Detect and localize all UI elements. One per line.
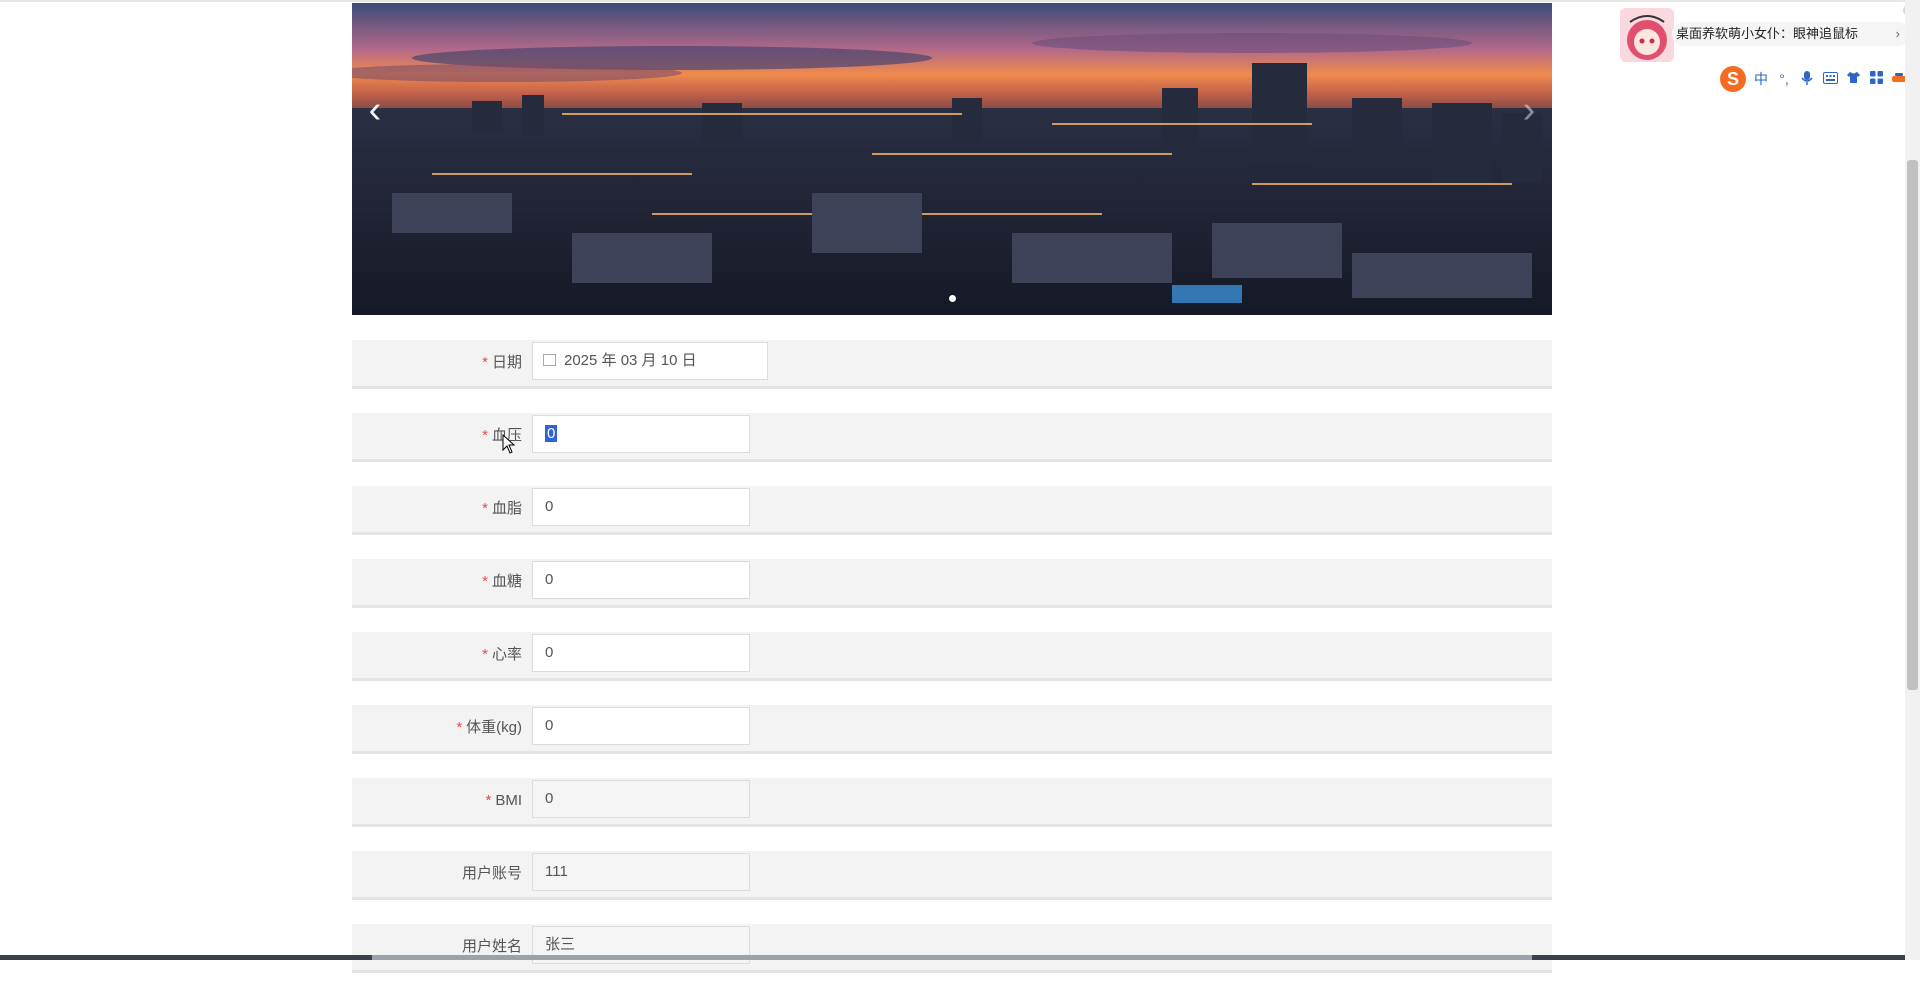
blood-lipid-input[interactable]: 0 [532, 488, 750, 526]
form-row-bmi: * BMI 0 [352, 778, 1552, 827]
mouse-cursor-icon [502, 434, 516, 454]
required-mark: * [482, 646, 488, 663]
form-row-blood-lipid: * 血脂 0 [352, 486, 1552, 535]
field-label-blood-pressure: * 血压 [482, 427, 522, 444]
field-label-blood-sugar: * 血糖 [482, 573, 522, 590]
widget-message-bubble[interactable]: 桌面养软萌小女仆：眼神追鼠标 › [1672, 22, 1910, 46]
chevron-right-icon[interactable]: › [1896, 22, 1900, 46]
field-label-user-account: 用户账号 [461, 865, 522, 882]
ime-punctuation[interactable]: °, [1776, 71, 1792, 87]
ime-toolbar: S 中 °, [1716, 64, 1918, 94]
carousel-prev-button[interactable]: ‹ [360, 91, 390, 129]
required-mark: * [482, 573, 488, 590]
carousel-dots [352, 289, 1552, 307]
field-label-weight: * 体重(kg) [456, 719, 522, 736]
required-mark: * [485, 792, 492, 809]
form-row-weight: * 体重(kg) 0 [352, 705, 1552, 754]
blood-pressure-input[interactable]: 0 [532, 415, 750, 453]
required-mark: * [482, 427, 488, 444]
field-label-blood-lipid: * 血脂 [482, 500, 522, 517]
required-mark: * [482, 500, 488, 517]
field-label-heart-rate: * 心率 [482, 646, 522, 663]
bmi-input[interactable]: 0 [532, 780, 750, 818]
vertical-scrollbar-thumb[interactable] [1907, 160, 1918, 690]
anime-avatar-icon[interactable] [1620, 8, 1674, 62]
date-picker-input[interactable]: 2025 年 03 月 10 日 [532, 342, 768, 380]
ime-mode-chinese[interactable]: 中 [1753, 69, 1769, 89]
form-row-date: * 日期 2025 年 03 月 10 日 [352, 340, 1552, 389]
form-row-user-account: 用户账号 111 [352, 851, 1552, 900]
city-skyline-image [352, 3, 1552, 315]
carousel-dot-active[interactable] [948, 295, 956, 302]
required-mark: * [482, 354, 488, 371]
form-row-user-name: 用户姓名 张三 [352, 924, 1552, 973]
form-row-heart-rate: * 心率 0 [352, 632, 1552, 681]
field-label-bmi: * BMI [485, 792, 522, 809]
heart-rate-input[interactable]: 0 [532, 634, 750, 672]
user-account-input[interactable]: 111 [532, 853, 750, 891]
form-row-blood-pressure: * 血压 0 [352, 413, 1552, 462]
carousel-next-button[interactable]: › [1514, 91, 1544, 129]
field-label-user-name: 用户姓名 [461, 938, 522, 955]
banner-carousel: ‹ › [352, 3, 1552, 315]
horizontal-scrollbar-thumb[interactable] [372, 955, 1532, 960]
field-label-date: * 日期 [482, 354, 522, 371]
required-mark: * [456, 719, 463, 736]
mic-icon[interactable] [1799, 70, 1815, 89]
desktop-pet-widget[interactable]: 桌面养软萌小女仆：眼神追鼠标 › [1620, 8, 1910, 62]
sogou-logo-icon[interactable]: S [1720, 66, 1746, 92]
apps-icon[interactable] [1868, 71, 1884, 87]
calendar-icon [543, 354, 556, 367]
top-border [0, 0, 1905, 2]
shirt-icon[interactable] [1845, 71, 1861, 87]
form-row-blood-sugar: * 血糖 0 [352, 559, 1552, 608]
keyboard-icon[interactable] [1822, 71, 1838, 87]
health-record-form: * 日期 2025 年 03 月 10 日 * 血压 0 * 血脂 0 * 血糖 0 *… [352, 340, 1552, 997]
blood-sugar-input[interactable]: 0 [532, 561, 750, 599]
weight-input[interactable]: 0 [532, 707, 750, 745]
